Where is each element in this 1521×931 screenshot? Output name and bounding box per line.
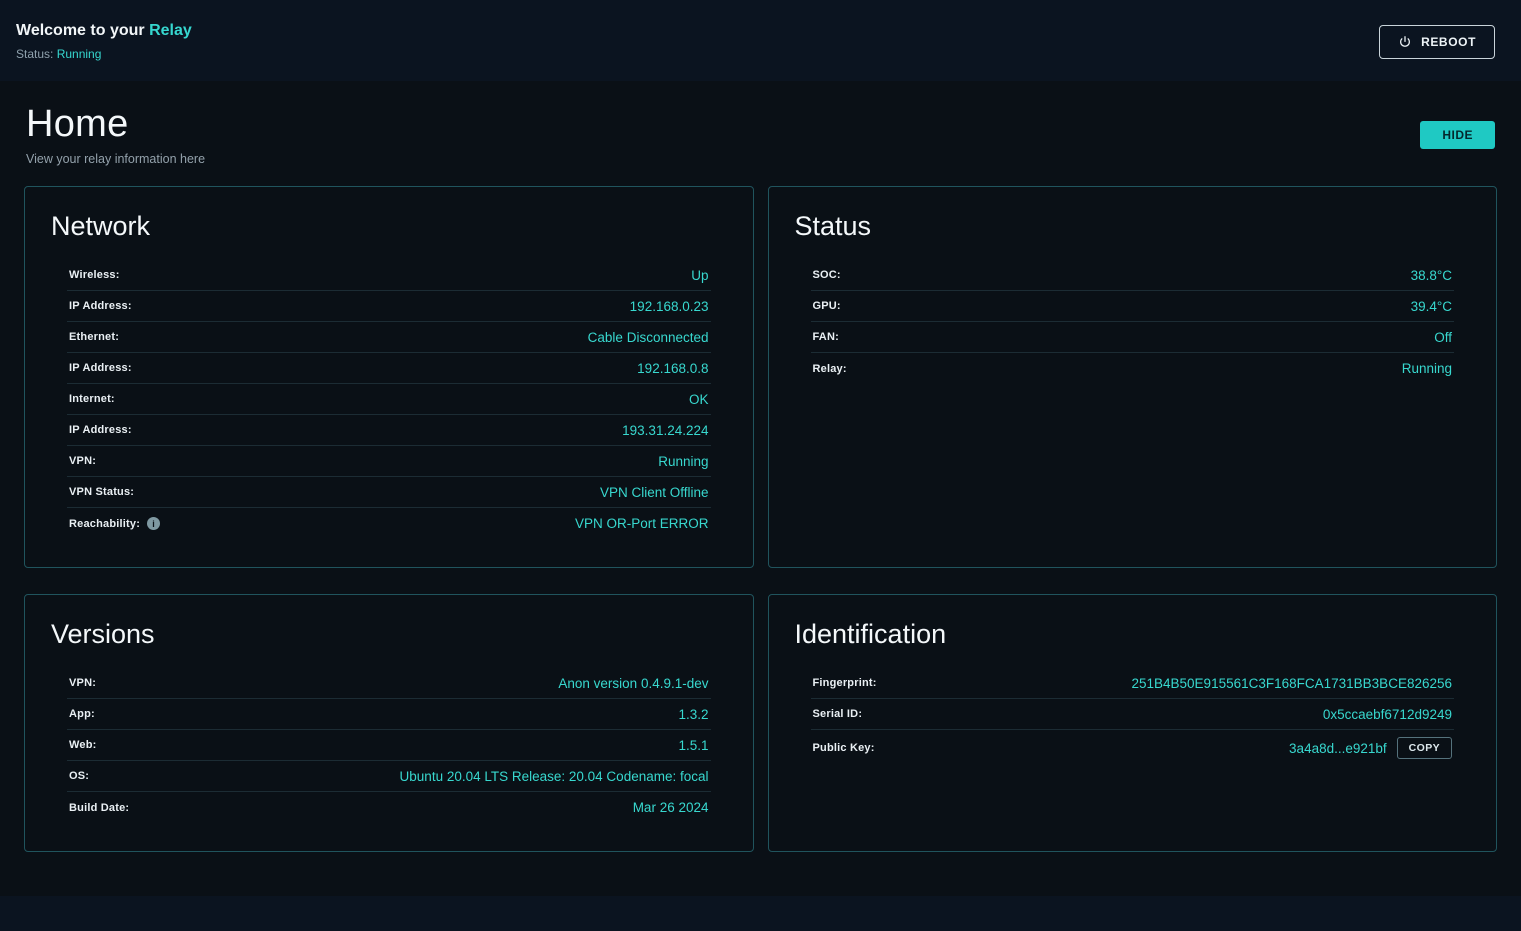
row-label: Wireless: — [69, 269, 120, 281]
row-label: Fingerprint: — [813, 677, 877, 689]
network-row-ip-ethernet: IP Address: 192.168.0.8 — [67, 353, 711, 384]
row-label: Build Date: — [69, 802, 129, 814]
status-card: Status SOC: 38.8°C GPU: 39.4°C FAN: Off … — [768, 186, 1498, 568]
row-value: Anon version 0.4.9.1-dev — [558, 676, 708, 691]
row-value: Running — [1402, 361, 1452, 376]
row-label: Web: — [69, 739, 96, 751]
row-label: Ethernet: — [69, 331, 119, 343]
versions-row-vpn: VPN: Anon version 0.4.9.1-dev — [67, 668, 711, 699]
row-value: 1.5.1 — [678, 738, 708, 753]
info-icon[interactable]: i — [147, 517, 160, 530]
network-row-ip-internet: IP Address: 193.31.24.224 — [67, 415, 711, 446]
network-row-wireless: Wireless: Up — [67, 260, 711, 291]
versions-rows: VPN: Anon version 0.4.9.1-dev App: 1.3.2… — [67, 668, 711, 823]
network-row-vpn: VPN: Running — [67, 446, 711, 477]
welcome-title: Welcome to your Relay — [16, 22, 192, 40]
row-value: 3a4a8d...e921bf — [1289, 741, 1387, 756]
identification-row-serial-id: Serial ID: 0x5ccaebf6712d9249 — [811, 699, 1455, 730]
network-row-ethernet: Ethernet: Cable Disconnected — [67, 322, 711, 353]
row-value: 192.168.0.23 — [630, 299, 709, 314]
status-label: Status: — [16, 47, 57, 61]
status-rows: SOC: 38.8°C GPU: 39.4°C FAN: Off Relay: … — [811, 260, 1455, 384]
row-label: Reachability: i — [69, 517, 160, 530]
row-value: Mar 26 2024 — [633, 800, 709, 815]
row-label: Internet: — [69, 393, 115, 405]
versions-row-web: Web: 1.5.1 — [67, 730, 711, 761]
row-value: 193.31.24.224 — [622, 423, 708, 438]
versions-row-app: App: 1.3.2 — [67, 699, 711, 730]
power-icon — [1398, 35, 1412, 49]
versions-row-build-date: Build Date: Mar 26 2024 — [67, 792, 711, 823]
status-row-relay: Relay: Running — [811, 353, 1455, 384]
row-value: Cable Disconnected — [588, 330, 709, 345]
cards-grid: Network Wireless: Up IP Address: 192.168… — [24, 186, 1497, 852]
identification-row-fingerprint: Fingerprint: 251B4B50E915561C3F168FCA173… — [811, 668, 1455, 699]
page-head: Home View your relay information here HI… — [24, 97, 1497, 186]
versions-card: Versions VPN: Anon version 0.4.9.1-dev A… — [24, 594, 754, 852]
row-label: SOC: — [813, 269, 841, 281]
status-value: Running — [57, 47, 102, 61]
welcome-block: Welcome to your Relay Status: Running — [16, 22, 192, 61]
row-label: FAN: — [813, 331, 839, 343]
network-rows: Wireless: Up IP Address: 192.168.0.23 Et… — [67, 260, 711, 539]
status-row-soc: SOC: 38.8°C — [811, 260, 1455, 291]
row-value: 1.3.2 — [678, 707, 708, 722]
row-value: 38.8°C — [1411, 268, 1452, 283]
main-content: Home View your relay information here HI… — [0, 81, 1521, 896]
status-row-gpu: GPU: 39.4°C — [811, 291, 1455, 322]
row-value: Off — [1434, 330, 1452, 345]
row-value: Running — [658, 454, 708, 469]
row-value: 39.4°C — [1411, 299, 1452, 314]
row-value: 192.168.0.8 — [637, 361, 708, 376]
row-label: IP Address: — [69, 300, 132, 312]
row-label: VPN Status: — [69, 486, 134, 498]
row-label: GPU: — [813, 300, 841, 312]
row-label: IP Address: — [69, 424, 132, 436]
network-card-title: Network — [51, 211, 727, 242]
row-label: VPN: — [69, 455, 96, 467]
app-header: Welcome to your Relay Status: Running RE… — [0, 0, 1521, 81]
row-label: Relay: — [813, 363, 847, 375]
row-label: VPN: — [69, 677, 96, 689]
row-label-text: Reachability: — [69, 518, 140, 530]
row-value: Up — [691, 268, 708, 283]
page-title-block: Home View your relay information here — [26, 103, 205, 166]
row-label: IP Address: — [69, 362, 132, 374]
reboot-button[interactable]: REBOOT — [1379, 25, 1495, 59]
page-title: Home — [26, 103, 205, 146]
relay-status: Status: Running — [16, 47, 192, 61]
versions-row-os: OS: Ubuntu 20.04 LTS Release: 20.04 Code… — [67, 761, 711, 792]
row-value: OK — [689, 392, 709, 407]
row-value: Ubuntu 20.04 LTS Release: 20.04 Codename… — [400, 769, 709, 784]
identification-row-public-key: Public Key: 3a4a8d...e921bf COPY — [811, 730, 1455, 766]
hide-button[interactable]: HIDE — [1420, 121, 1495, 149]
network-row-reachability: Reachability: i VPN OR-Port ERROR — [67, 508, 711, 539]
relay-highlight: Relay — [149, 22, 192, 39]
row-label: Public Key: — [813, 742, 875, 754]
status-card-title: Status — [795, 211, 1471, 242]
row-value: 251B4B50E915561C3F168FCA1731BB3BCE826256 — [1132, 676, 1453, 691]
network-card: Network Wireless: Up IP Address: 192.168… — [24, 186, 754, 568]
identification-card-title: Identification — [795, 619, 1471, 650]
row-label: OS: — [69, 770, 89, 782]
status-row-fan: FAN: Off — [811, 322, 1455, 353]
row-label: App: — [69, 708, 95, 720]
copy-button[interactable]: COPY — [1397, 737, 1452, 759]
versions-card-title: Versions — [51, 619, 727, 650]
identification-rows: Fingerprint: 251B4B50E915561C3F168FCA173… — [811, 668, 1455, 766]
row-value: VPN OR-Port ERROR — [575, 516, 709, 531]
identification-card: Identification Fingerprint: 251B4B50E915… — [768, 594, 1498, 852]
row-value: 0x5ccaebf6712d9249 — [1323, 707, 1452, 722]
row-label: Serial ID: — [813, 708, 863, 720]
page-subtitle: View your relay information here — [26, 152, 205, 166]
reboot-label: REBOOT — [1421, 35, 1476, 49]
welcome-prefix: Welcome to your — [16, 22, 149, 39]
row-value: VPN Client Offline — [600, 485, 709, 500]
row-value-wrap: 3a4a8d...e921bf COPY — [1289, 737, 1452, 759]
network-row-internet: Internet: OK — [67, 384, 711, 415]
network-row-ip-wireless: IP Address: 192.168.0.23 — [67, 291, 711, 322]
network-row-vpn-status: VPN Status: VPN Client Offline — [67, 477, 711, 508]
